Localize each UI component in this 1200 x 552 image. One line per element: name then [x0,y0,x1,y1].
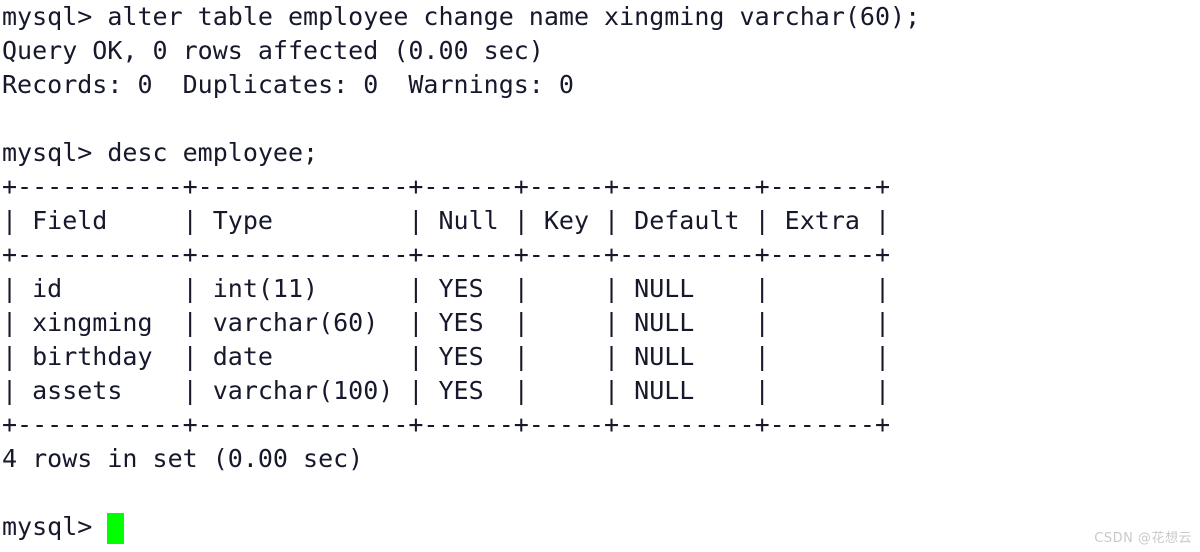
terminal-line-rows-in-set: 4 rows in set (0.00 sec) [2,444,364,473]
terminal-line-command-alter-table: mysql> alter table employee change name … [2,2,921,31]
terminal-line-table-header: | Field | Type | Null | Key | Default | … [2,206,891,235]
terminal-line-table-row-assets: | assets | varchar(100) | YES | | NULL |… [2,376,891,405]
text-cursor [107,512,125,544]
csdn-watermark: CSDN @花想云 [1094,531,1192,546]
terminal-line-blank-2 [0,476,1200,510]
terminal-line-query-ok: Query OK, 0 rows affected (0.00 sec) [2,36,544,65]
terminal-line-table-top-border: +-----------+--------------+------+-----… [2,172,891,201]
prompt-label: mysql> [2,512,108,541]
terminal-line-table-bottom-border: +-----------+--------------+------+-----… [2,410,891,439]
terminal-line-command-desc-employee: mysql> desc employee; [2,138,319,167]
terminal-line-blank-1 [0,102,1200,136]
terminal-line-records-summary: Records: 0 Duplicates: 0 Warnings: 0 [2,70,574,99]
terminal-line-table-row-id: | id | int(11) | YES | | NULL | | [2,274,891,303]
terminal-prompt-line[interactable]: mysql> [0,510,1200,544]
terminal-line-table-header-separator: +-----------+--------------+------+-----… [2,240,891,269]
terminal-line-table-row-birthday: | birthday | date | YES | | NULL | | [2,342,891,371]
terminal-window[interactable]: mysql> alter table employee change name … [0,0,1200,552]
terminal-line-table-row-xingming: | xingming | varchar(60) | YES | | NULL … [2,308,891,337]
